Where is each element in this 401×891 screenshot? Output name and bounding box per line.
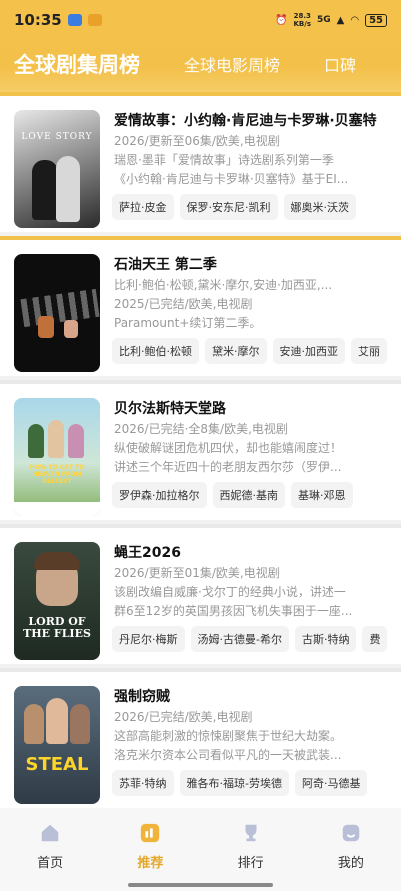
- cast-chip[interactable]: 费: [362, 626, 388, 652]
- nav-label: 首页: [37, 856, 64, 871]
- home-icon: [41, 824, 59, 842]
- header: 10:35 ⏰ 28.3 KB/s 5G ▲ ◠ 55 全球剧集周榜 全球电影周榜…: [0, 0, 401, 96]
- alarm-icon: ⏰: [275, 14, 288, 26]
- nav-mine[interactable]: 我的: [316, 822, 386, 891]
- nav-label: 排行: [237, 856, 264, 871]
- list-item[interactable]: STEAL 强制窃贼 2026/已完结/欧美,电视剧 这部高能刺激的惊悚剧聚焦于…: [0, 668, 401, 808]
- item-meta: 2026/更新至06集/欧美,电视剧: [114, 134, 280, 148]
- item-description: 洛克米尔资本公司看似平凡的一天被武装...: [114, 748, 342, 762]
- item-title: 蝇王2026: [114, 545, 181, 561]
- cast-chips: 苏菲·特纳 雅各布·福琼-劳埃德 阿奇·马德基: [112, 770, 401, 796]
- game-notification-icon: [87, 14, 102, 26]
- item-meta: 2026/已完结/欧美,电视剧: [114, 710, 253, 724]
- item-meta: 2025/已完结/欧美,电视剧: [114, 297, 253, 311]
- nav-ranking[interactable]: 排行: [216, 822, 286, 891]
- item-description: 《小约翰·肯尼迪与卡罗琳·贝塞特》基于EI...: [114, 172, 349, 186]
- item-description: Paramount+续订第二季。: [114, 316, 262, 330]
- network-speed: 28.3 KB/s: [293, 12, 311, 28]
- item-meta: 2026/已完结·全8集/欧美,电视剧: [114, 422, 288, 436]
- tab-reputation[interactable]: 口碑: [324, 52, 356, 76]
- profile-icon: [342, 824, 360, 842]
- item-meta: 2026/更新至01集/欧美,电视剧: [114, 566, 280, 580]
- item-title: 强制窃贼: [114, 689, 170, 705]
- tab-global-movie-weekly[interactable]: 全球电影周榜: [184, 52, 280, 76]
- tab-global-series-weekly[interactable]: 全球剧集周榜: [0, 49, 140, 79]
- wifi-icon: ◠: [350, 14, 360, 26]
- cast-chip[interactable]: 汤姆·古德曼-希尔: [190, 626, 289, 652]
- item-meta: 比利·鲍伯·松顿,黛米·摩尔,安迪·加西亚,...: [114, 278, 333, 292]
- item-description: 纵使破解谜团危机四伏，却也能嬉闹度过！: [114, 441, 343, 455]
- cast-chip[interactable]: 西妮德·基南: [212, 482, 285, 508]
- home-indicator[interactable]: [128, 883, 273, 887]
- nav-recommend[interactable]: 推荐: [115, 822, 185, 891]
- item-description: 这部高能刺激的惊悚剧聚焦于世纪大劫案。: [114, 729, 343, 743]
- item-title: 石油天王 第二季: [114, 257, 217, 273]
- item-description: 群6至12岁的英国男孩因飞机失事困于一座...: [114, 604, 353, 618]
- cast-chip[interactable]: 雅各布·福琼-劳埃德: [179, 770, 289, 796]
- cast-chip[interactable]: 阿奇·马德基: [294, 770, 368, 796]
- list-item[interactable]: HOW TO GET TO HEAVEN FROM BELFAST 贝尔法斯特天…: [0, 380, 401, 520]
- item-description: 瑞恩·墨菲「爱情故事」诗选剧系列第一季: [114, 153, 334, 167]
- signal-label: 5G: [316, 15, 331, 25]
- poster-title: STEAL: [25, 754, 89, 775]
- cast-chip[interactable]: 丹尼尔·梅斯: [112, 626, 185, 652]
- cast-chip[interactable]: 艾丽: [351, 338, 387, 364]
- cast-chip[interactable]: 罗伊森·加拉格尔: [112, 482, 207, 508]
- recommend-icon: [141, 823, 160, 843]
- cast-chip[interactable]: 娜奥米·沃茨: [283, 194, 356, 220]
- list-item[interactable]: LOVE STORY 爱情故事：小约翰·肯尼迪与卡罗琳·贝塞特 2026/更新至…: [0, 92, 401, 232]
- poster-image: LOVE STORY: [14, 110, 100, 228]
- status-time: 10:35: [14, 11, 62, 29]
- list-item[interactable]: 石油天王 第二季 比利·鲍伯·松顿,黛米·摩尔,安迪·加西亚,... 2025/…: [0, 236, 401, 376]
- trophy-icon: [245, 824, 257, 842]
- poster-title: LOVE STORY: [21, 132, 93, 142]
- item-description: 该剧改编自威廉·戈尔丁的经典小说，讲述一: [114, 585, 346, 599]
- list-item[interactable]: LORD OF THE FLIES 蝇王2026 2026/更新至01集/欧美,…: [0, 524, 401, 664]
- cast-chip[interactable]: 黛米·摩尔: [205, 338, 267, 364]
- status-bar: 10:35 ⏰ 28.3 KB/s 5G ▲ ◠ 55: [0, 0, 401, 40]
- poster-image: HOW TO GET TO HEAVEN FROM BELFAST: [14, 398, 100, 516]
- cast-chips: 丹尼尔·梅斯 汤姆·古德曼-希尔 古斯·特纳 费: [112, 626, 401, 652]
- cast-chip[interactable]: 萨拉·皮金: [112, 194, 174, 220]
- nav-label: 推荐: [137, 856, 164, 871]
- poster-title: LORD OF THE FLIES: [23, 615, 91, 640]
- signal-icon: ▲: [336, 14, 345, 26]
- tab-bar: 全球剧集周榜 全球电影周榜 口碑: [0, 44, 401, 84]
- cast-chips: 罗伊森·加拉格尔 西妮德·基南 基琳·邓恩: [112, 482, 401, 508]
- app-notification-icon: [67, 14, 82, 26]
- cast-chip[interactable]: 安迪·加西亚: [272, 338, 345, 364]
- cast-chips: 比利·鲍伯·松顿 黛米·摩尔 安迪·加西亚 艾丽: [112, 338, 401, 364]
- cast-chip[interactable]: 苏菲·特纳: [112, 770, 174, 796]
- item-description: 讲述三个年近四十的老朋友西尔莎（罗伊...: [114, 460, 342, 474]
- bottom-nav: 首页 推荐 排行 我的: [0, 808, 401, 891]
- nav-label: 我的: [337, 856, 364, 871]
- poster-image: [14, 254, 100, 372]
- poster-image: LORD OF THE FLIES: [14, 542, 100, 660]
- item-title: 爱情故事：小约翰·肯尼迪与卡罗琳·贝塞特: [114, 113, 377, 129]
- item-title: 贝尔法斯特天堂路: [114, 401, 226, 417]
- poster-title: HOW TO GET TO HEAVEN FROM BELFAST: [29, 464, 85, 485]
- cast-chip[interactable]: 保罗·安东尼·凯利: [179, 194, 278, 220]
- cast-chip[interactable]: 比利·鲍伯·松顿: [112, 338, 199, 364]
- status-right: ⏰ 28.3 KB/s 5G ▲ ◠ 55: [275, 12, 387, 28]
- cast-chips: 萨拉·皮金 保罗·安东尼·凯利 娜奥米·沃茨: [112, 194, 401, 220]
- nav-home[interactable]: 首页: [15, 822, 85, 891]
- cast-chip[interactable]: 古斯·特纳: [294, 626, 357, 652]
- cast-chip[interactable]: 基琳·邓恩: [291, 482, 353, 508]
- battery-icon: 55: [365, 13, 387, 27]
- poster-image: STEAL: [14, 686, 100, 804]
